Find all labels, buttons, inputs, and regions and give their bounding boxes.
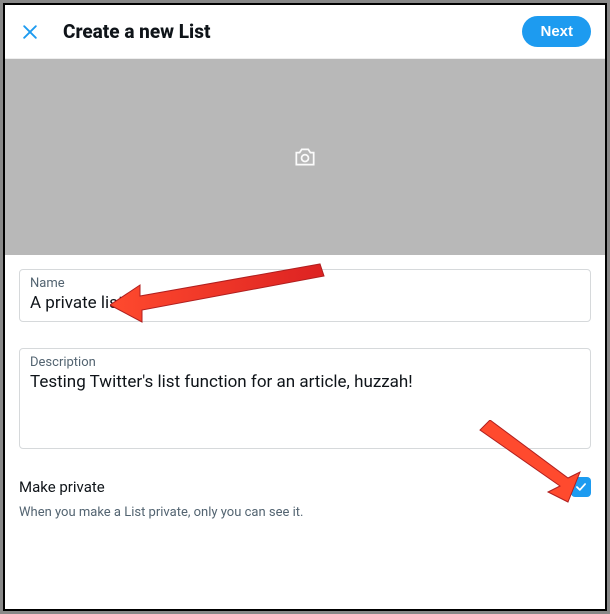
private-label: Make private <box>19 478 105 496</box>
create-list-modal: Create a new List Next Name Description … <box>5 5 605 609</box>
description-label: Description <box>30 355 580 370</box>
private-checkbox[interactable] <box>571 477 591 497</box>
description-input[interactable] <box>30 372 580 436</box>
banner-upload-area[interactable] <box>5 59 605 255</box>
modal-header: Create a new List Next <box>5 5 605 59</box>
form-area: Name Description <box>5 255 605 449</box>
private-row: Make private <box>19 477 591 497</box>
close-icon <box>20 22 40 42</box>
close-button[interactable] <box>19 21 41 43</box>
modal-title: Create a new List <box>63 20 500 43</box>
check-icon <box>574 480 588 494</box>
camera-icon <box>292 144 318 170</box>
next-button[interactable]: Next <box>522 16 591 47</box>
name-input[interactable] <box>30 293 580 313</box>
name-label: Name <box>30 276 580 291</box>
private-section: Make private When you make a List privat… <box>5 477 605 520</box>
description-field[interactable]: Description <box>19 348 591 449</box>
private-hint: When you make a List private, only you c… <box>19 505 591 520</box>
name-field[interactable]: Name <box>19 269 591 322</box>
